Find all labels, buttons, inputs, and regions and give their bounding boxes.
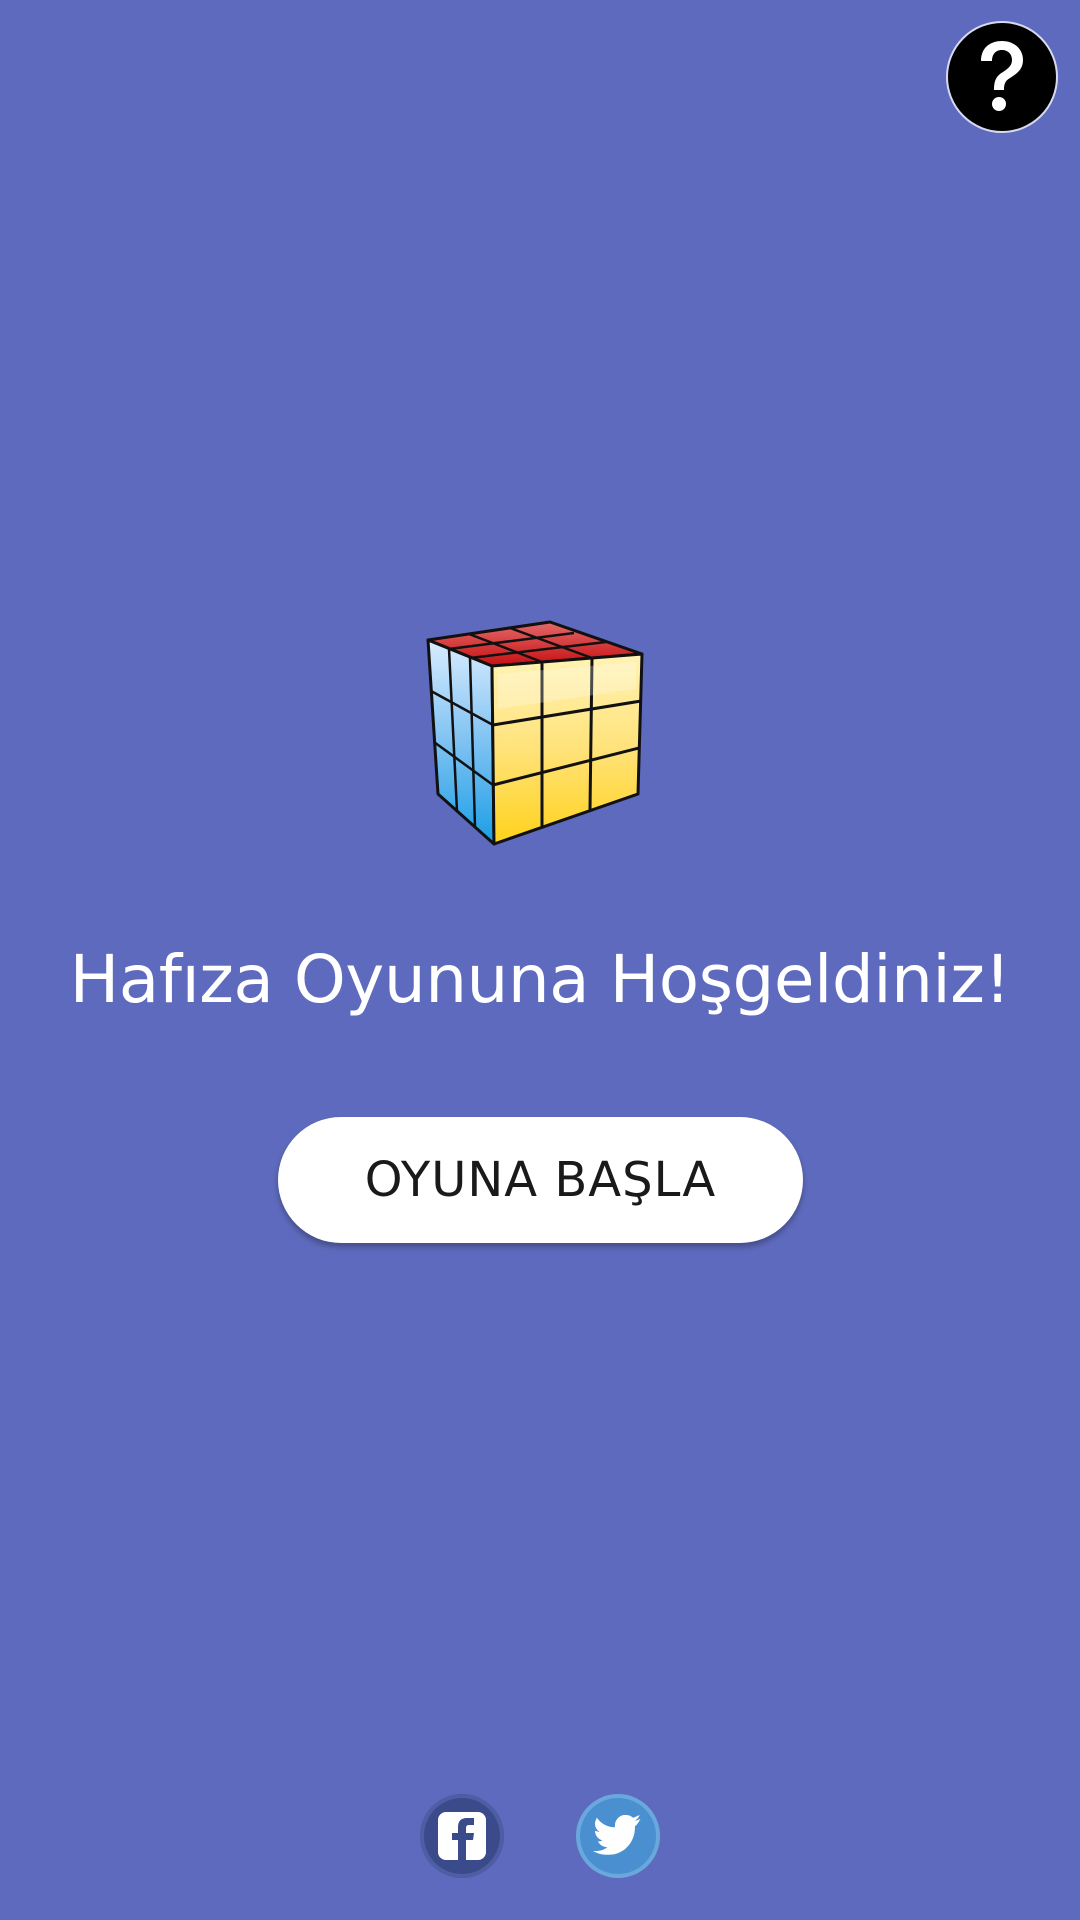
- welcome-screen: Hafıza Oyununa Hoşgeldiniz! OYUNA BAŞLA: [0, 0, 1080, 1920]
- welcome-title: Hafıza Oyununa Hoşgeldiniz!: [69, 941, 1011, 1018]
- twitter-icon: [593, 1815, 641, 1855]
- question-mark-icon: [981, 41, 1023, 111]
- facebook-button[interactable]: [420, 1794, 504, 1878]
- twitter-button[interactable]: [576, 1794, 660, 1878]
- help-button[interactable]: [946, 21, 1058, 133]
- facebook-icon: [438, 1812, 486, 1860]
- start-game-button[interactable]: OYUNA BAŞLA: [278, 1117, 803, 1243]
- rubiks-cube-icon: [426, 620, 644, 846]
